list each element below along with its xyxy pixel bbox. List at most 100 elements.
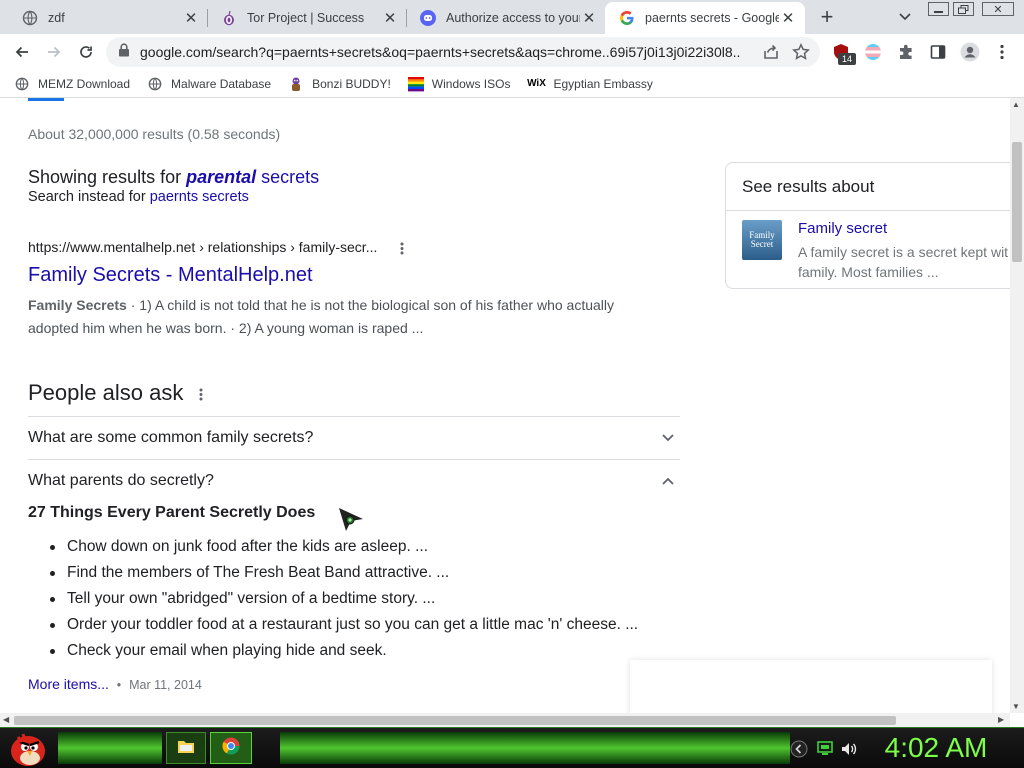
minimize-button[interactable] (928, 2, 949, 16)
tor-onion-icon (221, 10, 237, 26)
globe-icon (147, 76, 163, 92)
extensions-puzzle-icon[interactable] (892, 38, 920, 66)
entity-desc-line2: family. Most families ... (798, 264, 939, 280)
tray-chevron-icon[interactable] (790, 740, 808, 758)
result-stats: About 32,000,000 results (0.58 seconds) (28, 126, 281, 142)
see-results-about-panel: See results about Family Secret Family s… (725, 162, 1010, 289)
corrected-term: parental (186, 167, 257, 187)
tab-zdf[interactable]: zdf ✕ (8, 2, 208, 34)
menu-kebab-icon[interactable] (988, 38, 1016, 66)
snippet-line1: · 1) A child is not told that he is not … (126, 297, 615, 313)
close-icon[interactable]: ✕ (779, 9, 797, 27)
list-item-text: Check your email when playing hide and s… (67, 642, 387, 659)
answer-title: 27 Things Every Parent Secretly Does (28, 504, 316, 521)
bookmark-label: Windows ISOs (431, 76, 511, 91)
tab-google-search[interactable]: paernts secrets - Google ✕ (605, 2, 805, 34)
result-cite[interactable]: https://www.mentalhelp.net › relationshi… (28, 239, 377, 255)
result-more-options-icon[interactable] (396, 240, 408, 256)
pride-extension-icon[interactable] (864, 43, 882, 61)
entity-desc-line1: A family secret is a secret kept wit (798, 244, 1009, 260)
google-icon (619, 10, 635, 26)
family-secret-thumbnail[interactable]: Family Secret (742, 220, 782, 260)
original-query-link[interactable]: paernts secrets (150, 189, 249, 205)
new-tab-button[interactable]: + (814, 4, 840, 29)
back-arrow-icon[interactable] (8, 38, 36, 66)
volume-icon[interactable] (840, 741, 858, 757)
bookmark-malware-database[interactable]: Malware Database (147, 76, 271, 92)
url-text[interactable]: google.com/search?q=paernts+secrets&oq=p… (140, 44, 740, 60)
extension-badge: 14 (838, 53, 856, 65)
paa-question-expanded[interactable]: What parents do secretly? (28, 459, 680, 502)
tab-title: Authorize access to your (446, 11, 580, 25)
blank-popup-panel (630, 660, 992, 713)
list-item: Order your toddler food at a restaurant … (28, 616, 638, 634)
browser-toolbar: google.com/search?q=paernts+secrets&oq=p… (0, 34, 1024, 70)
restore-button[interactable] (953, 2, 974, 16)
paa-question-text: What parents do secretly? (28, 472, 214, 489)
more-items-link[interactable]: More items... (28, 676, 109, 692)
snippet-line2: adopted him when he was born. · 2) A you… (28, 320, 424, 336)
folder-icon (177, 738, 195, 759)
tab-title: paernts secrets - Google (645, 11, 779, 25)
active-tab-indicator (28, 98, 64, 101)
close-icon[interactable]: ✕ (182, 9, 200, 27)
bookmark-memz-download[interactable]: MEMZ Download (14, 76, 130, 92)
panel-divider (726, 210, 1010, 211)
tab-title: zdf (48, 11, 65, 25)
close-icon[interactable]: ✕ (580, 9, 598, 27)
address-bar[interactable]: google.com/search?q=paernts+secrets&oq=p… (106, 37, 820, 67)
bonzi-icon (288, 76, 304, 92)
list-item-text: Chow down on junk food after the kids ar… (67, 538, 429, 555)
corrected-query-link[interactable]: parental secrets (186, 167, 319, 187)
taskbar-chrome-button[interactable] (210, 732, 252, 764)
mouse-cursor-icon (337, 506, 365, 532)
scroll-right-arrow-icon[interactable]: ▶ (998, 715, 1004, 724)
profile-avatar-icon[interactable] (956, 38, 984, 66)
showing-prefix: Showing results for (28, 167, 187, 187)
bookmark-egyptian-embassy[interactable]: WiX Egyptian Embassy (527, 76, 653, 92)
snippet-bold: Family Secrets (28, 297, 127, 313)
bookmark-bonzi-buddy[interactable]: Bonzi BUDDY! (288, 76, 391, 92)
forward-arrow-icon[interactable] (40, 38, 68, 66)
windows-flag-icon (407, 76, 424, 92)
horizontal-scrollbar-thumb[interactable] (14, 716, 896, 725)
vertical-scrollbar-thumb[interactable] (1012, 142, 1022, 262)
paa-question-text: What are some common family secrets? (28, 429, 314, 446)
tab-title: Tor Project | Success (247, 11, 365, 25)
search-instead-line: Search instead for paernts secrets (28, 189, 249, 205)
side-panel-icon[interactable] (924, 38, 952, 66)
close-window-button[interactable]: ✕ (982, 2, 1014, 16)
list-item: Check your email when playing hide and s… (28, 642, 387, 660)
share-icon[interactable] (762, 43, 780, 66)
entity-description: A family secret is a secret kept wit fam… (798, 242, 1010, 282)
taskbar-clock[interactable]: 4:02 AM (880, 729, 992, 767)
wix-icon: WiX (527, 78, 546, 89)
paa-more-options-icon[interactable] (196, 386, 206, 402)
start-button-angry-bird-icon[interactable] (6, 728, 50, 768)
bookmark-star-icon[interactable] (792, 43, 810, 66)
tab-discord-authorize[interactable]: Authorize access to your ✕ (406, 2, 606, 34)
lock-icon[interactable] (118, 42, 130, 62)
scroll-up-arrow-icon[interactable]: ▲ (1012, 100, 1020, 109)
network-icon[interactable] (816, 741, 834, 757)
paa-question[interactable]: What are some common family secrets? (28, 416, 680, 459)
spelling-correction: Showing results for parental secrets (28, 167, 319, 188)
bookmark-windows-isos[interactable]: Windows ISOs (407, 76, 511, 92)
entity-title-link[interactable]: Family secret (798, 220, 887, 237)
scroll-left-arrow-icon[interactable]: ◀ (3, 715, 9, 724)
paa-heading: People also ask (28, 380, 184, 405)
reload-icon[interactable] (72, 38, 100, 66)
more-items-line: More items... • Mar 11, 2014 (28, 676, 202, 692)
scroll-down-arrow-icon[interactable]: ▼ (1012, 702, 1020, 711)
result-title-link[interactable]: Family Secrets - MentalHelp.net (28, 264, 313, 287)
tab-tor-project[interactable]: Tor Project | Success ✕ (207, 2, 407, 34)
list-item-text: Tell your own "abridged" version of a be… (67, 590, 436, 607)
tab-search-chevron-icon[interactable] (894, 7, 916, 27)
corrected-suffix: secrets (256, 167, 320, 187)
close-icon[interactable]: ✕ (381, 9, 399, 27)
panel-heading: See results about (742, 177, 875, 196)
discord-icon (420, 10, 436, 26)
taskbar-explorer-button[interactable] (166, 732, 206, 764)
globe-icon (22, 10, 38, 26)
result-snippet: Family Secrets · 1) A child is not told … (28, 294, 648, 340)
